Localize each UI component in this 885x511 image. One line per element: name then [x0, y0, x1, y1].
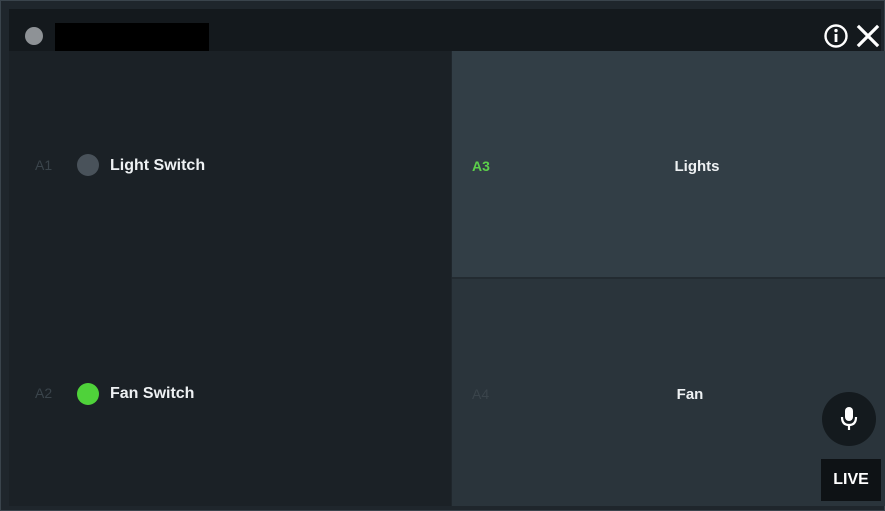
device-label: Fan Switch — [110, 385, 195, 402]
tile-label: Fan — [676, 386, 704, 403]
slot-id: A1 — [35, 157, 53, 173]
tile-a1-light-switch[interactable]: A1 Light Switch — [9, 51, 451, 278]
close-icon[interactable] — [855, 23, 881, 49]
microphone-icon — [840, 407, 858, 430]
tile-a2-fan-switch[interactable]: A2 Fan Switch — [9, 278, 451, 506]
microphone-button[interactable] — [822, 392, 876, 446]
live-badge: LIVE — [821, 459, 881, 501]
slot-id: A2 — [35, 385, 53, 401]
switch-on-indicator — [77, 383, 99, 405]
info-icon[interactable] — [823, 23, 849, 49]
device-grid: A1 Light Switch A2 Fan Switch A3 Lights … — [9, 51, 885, 506]
slot-id: A4 — [472, 386, 490, 402]
status-indicator-dot — [25, 27, 43, 45]
slot-id: A3 — [472, 158, 490, 174]
tile-a3-lights[interactable]: A3 Lights — [452, 51, 885, 277]
switch-off-indicator — [77, 154, 99, 176]
title-bar — [9, 9, 881, 57]
widget-frame: A1 Light Switch A2 Fan Switch A3 Lights … — [0, 0, 885, 511]
device-label: Light Switch — [110, 157, 206, 174]
tile-label: Lights — [674, 158, 720, 175]
